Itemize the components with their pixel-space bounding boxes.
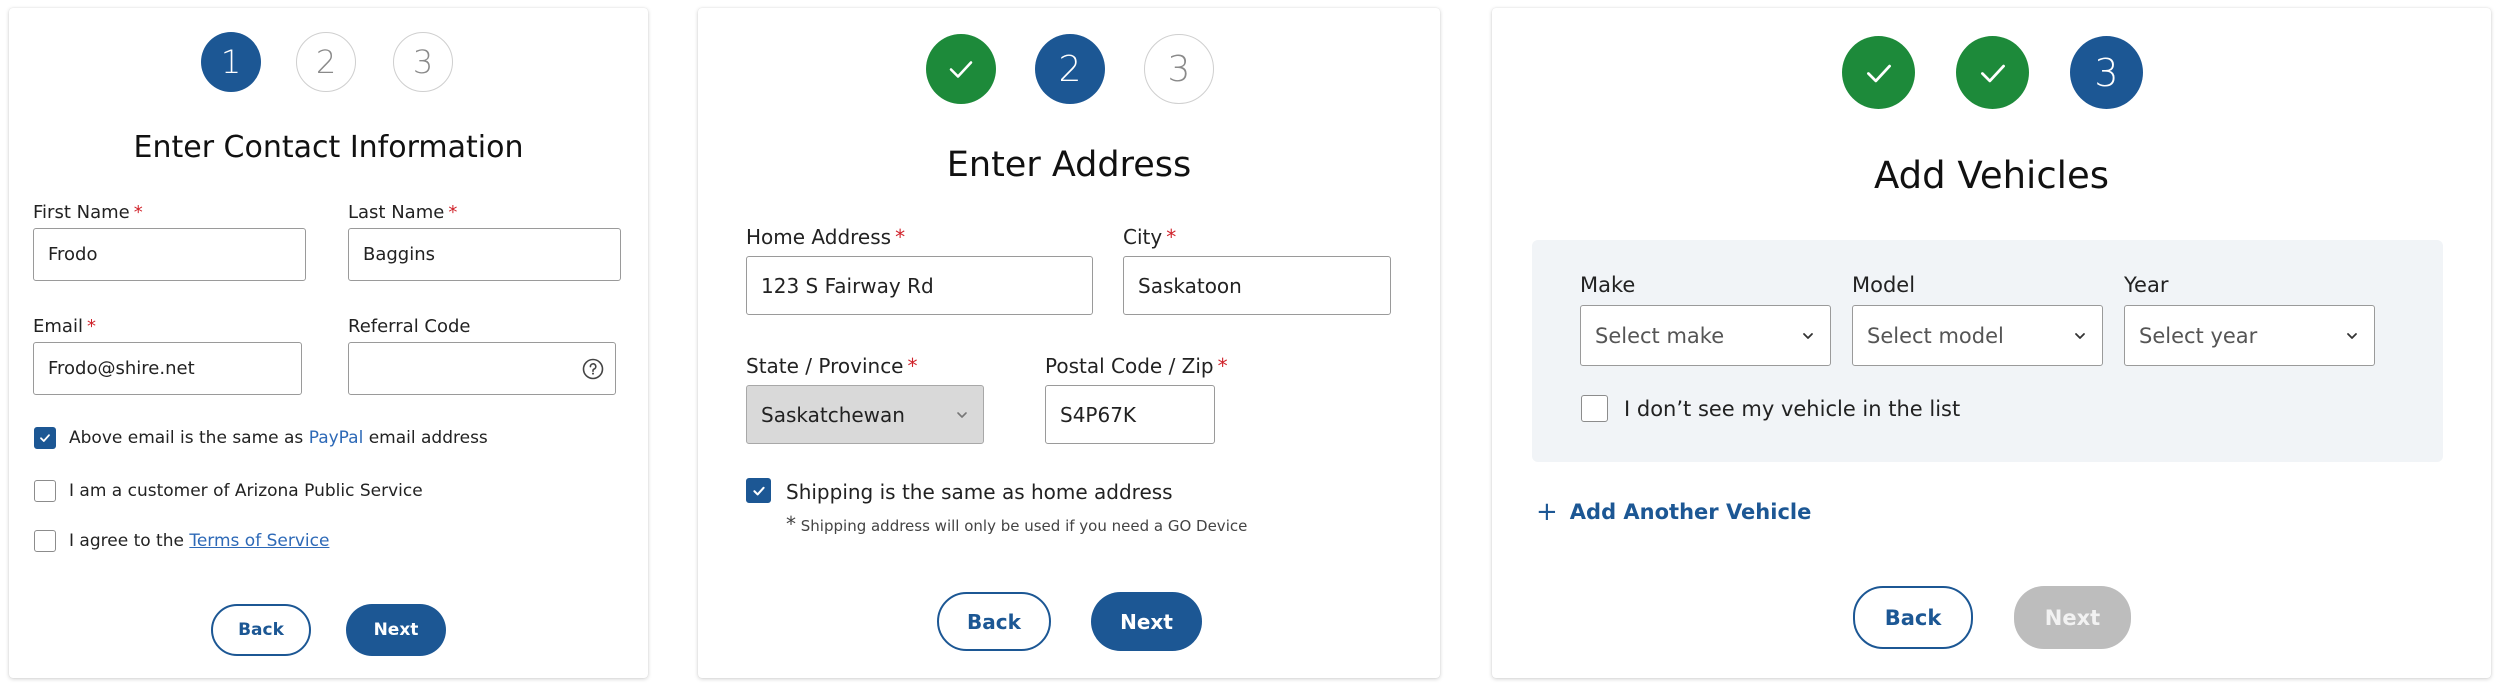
vehicle-not-listed-label: I don’t see my vehicle in the list [1624,397,1961,421]
check-icon [1866,64,1891,82]
page-title: Enter Address [946,145,1192,185]
aps-customer-label: I am a customer of Arizona Public Servic… [69,481,423,501]
chevron-down-icon [2075,332,2085,339]
next-button[interactable]: Next [2014,586,2131,649]
next-button[interactable]: Next [1091,592,1202,651]
shipping-same-checkbox[interactable] [746,478,771,503]
state-province-select[interactable]: Saskatchewan [746,385,984,444]
chevron-down-icon [1803,332,1813,339]
referral-code-input[interactable] [348,342,616,395]
step-1-indicator: 1 [201,32,261,92]
last-name-label: Last Name * [348,202,458,223]
referral-code-label: Referral Code [348,316,471,337]
step-3-indicator: 3 [393,32,453,92]
add-another-vehicle-label: Add Another Vehicle [1569,500,1812,524]
terms-of-service-link[interactable]: Terms of Service [189,531,329,551]
state-province-value: Saskatchewan [761,402,905,427]
aps-customer-checkbox[interactable] [34,480,56,502]
check-icon [40,434,50,442]
plus-icon: + [1536,497,1558,527]
paypal-email-label: Above email is the same as PayPal email … [69,428,488,448]
home-address-label: Home Address * [746,225,906,249]
paypal-link[interactable]: PayPal [309,428,364,448]
state-province-label: State / Province * [746,354,918,378]
back-button[interactable]: Back [211,604,311,656]
page-title: Enter Contact Information [133,130,524,165]
last-name-input[interactable]: Baggins [348,228,621,281]
model-select[interactable]: Select model [1852,305,2103,366]
step-1-complete-indicator [1842,36,1915,109]
terms-checkbox[interactable] [34,530,56,552]
back-button[interactable]: Back [937,592,1051,651]
home-address-input[interactable]: 123 S Fairway Rd [746,256,1093,315]
vehicle-panel: Make Select make Model Select model Year… [1532,240,2443,462]
page-title: Add Vehicles [1874,154,2109,197]
first-name-input[interactable]: Frodo [33,228,306,281]
shipping-note: * Shipping address will only be used if … [786,512,1248,536]
city-input[interactable]: Saskatoon [1123,256,1391,315]
step-2-indicator: 2 [296,32,356,92]
email-label: Email * [33,316,96,337]
paypal-email-checkbox[interactable] [34,427,56,449]
contact-info-card: 1 2 3 Enter Contact Information First Na… [9,8,648,678]
shipping-same-label: Shipping is the same as home address [786,480,1173,504]
help-icon[interactable] [582,358,604,380]
make-select[interactable]: Select make [1580,305,1831,366]
address-card: 2 3 Enter Address Home Address * 123 S Fa… [698,8,1440,678]
vehicle-not-listed-checkbox[interactable] [1581,395,1608,422]
next-button[interactable]: Next [346,604,446,656]
terms-label: I agree to the Terms of Service [69,531,330,551]
city-label: City * [1123,225,1177,249]
model-label: Model [1852,273,1916,297]
step-2-indicator: 2 [1035,34,1105,104]
postal-code-input[interactable]: S4P67K [1045,385,1215,444]
email-input[interactable]: Frodo@shire.net [33,342,302,395]
check-icon [1980,64,2005,82]
make-placeholder: Select make [1595,323,1725,348]
step-3-indicator: 3 [1144,34,1214,104]
vehicles-card: 3 Add Vehicles Make Select make Model Se… [1492,8,2491,678]
model-placeholder: Select model [1867,323,2004,348]
chevron-down-icon [957,411,967,418]
first-name-label: First Name * [33,202,143,223]
make-label: Make [1580,273,1636,297]
year-label: Year [2124,273,2169,297]
step-2-complete-indicator [1956,36,2029,109]
postal-code-label: Postal Code / Zip * [1045,354,1228,378]
step-1-complete-indicator [926,34,996,104]
check-icon [752,486,765,495]
add-another-vehicle-button[interactable]: + Add Another Vehicle [1536,497,1811,527]
year-placeholder: Select year [2139,323,2258,348]
year-select[interactable]: Select year [2124,305,2375,366]
check-icon [949,61,973,78]
step-3-indicator: 3 [2070,36,2143,109]
chevron-down-icon [2347,332,2357,339]
back-button[interactable]: Back [1853,586,1973,649]
